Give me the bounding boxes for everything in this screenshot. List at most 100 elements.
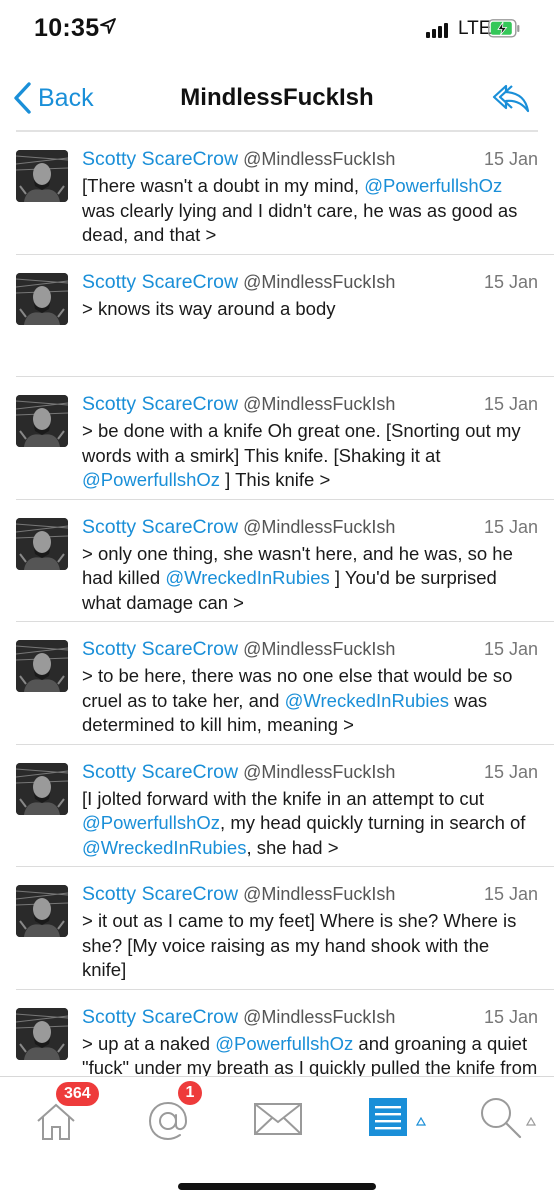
avatar[interactable] [16, 150, 68, 202]
tweet-header: Scotty ScareCrow @MindlessFuckIsh 15 Jan [82, 1006, 538, 1032]
avatar[interactable] [16, 762, 68, 815]
list-icon [369, 1098, 407, 1136]
tweet-date: 15 Jan [483, 149, 538, 169]
triangle-indicator-icon [526, 1117, 536, 1126]
status-bar: 10:35 LTE [0, 0, 554, 64]
tweet-author-name[interactable]: Scotty ScareCrow [82, 761, 238, 783]
tweet-text-segment: , my head quickly turning in search of [220, 812, 526, 833]
tweet-date: 15 Jan [483, 1006, 538, 1027]
back-label: Back [38, 83, 94, 112]
tweet-list: Scotty ScareCrow @MindlessFuckIsh 15 Jan [T… [0, 132, 554, 1076]
tweet-header: Scotty ScareCrow @MindlessFuckIsh 15 Jan [82, 148, 538, 174]
tab-bar: 364 1 [0, 1076, 554, 1200]
tab-search[interactable] [474, 1077, 546, 1157]
tweet-header: Scotty ScareCrow @MindlessFuckIsh 15 Jan [82, 761, 538, 787]
tweet-row[interactable]: Scotty ScareCrow @MindlessFuckIsh 15 Jan > … [16, 255, 554, 377]
mentions-badge: 1 [178, 1081, 202, 1105]
tweet-text-segment: [I jolted forward with the knife in an a… [82, 787, 485, 809]
tweet-header: Scotty ScareCrow @MindlessFuckIsh 15 Jan [82, 271, 538, 297]
home-indicator [178, 1183, 376, 1190]
mention-link[interactable]: @PowerfullshOz [82, 469, 220, 490]
avatar[interactable] [16, 640, 68, 692]
network-label: LTE [458, 18, 492, 39]
app-screen: { "status_bar": { "time": "10:35", "netw… [0, 0, 554, 1200]
tweet-text-segment: > up at a naked [82, 1032, 216, 1054]
mention-link[interactable]: @WreckedInRubies [165, 567, 329, 588]
tweet-author-handle: @MindlessFuckIsh [243, 1006, 396, 1027]
location-arrow-icon [100, 18, 116, 34]
tweet-row[interactable]: Scotty ScareCrow @MindlessFuckIsh 15 Jan > … [16, 377, 554, 500]
tweet-text-segment: > knows its way around a body [82, 297, 336, 319]
envelope-icon [254, 1103, 302, 1135]
tweet-header: Scotty ScareCrow @MindlessFuckIsh 15 Jan [82, 516, 538, 542]
tweet-row[interactable]: Scotty ScareCrow @MindlessFuckIsh 15 Jan [T… [16, 132, 554, 255]
tweet-author-name[interactable]: Scotty ScareCrow [82, 883, 238, 905]
tweet-row[interactable]: Scotty ScareCrow @MindlessFuckIsh 15 Jan > … [16, 500, 554, 622]
tweet-text: > up at a naked @PowerfullshOz and groan… [82, 1032, 538, 1077]
tweet-text-segment: > it out as I came to my feet] Where is … [82, 910, 517, 980]
tweet-author-name[interactable]: Scotty ScareCrow [82, 271, 238, 293]
tweet-author-handle: @MindlessFuckIsh [243, 761, 396, 782]
avatar[interactable] [16, 272, 68, 325]
reply-icon[interactable] [490, 80, 532, 116]
tweet-header: Scotty ScareCrow @MindlessFuckIsh 15 Jan [82, 638, 538, 664]
tweet-text: > it out as I came to my feet] Where is … [82, 909, 538, 983]
tweet-text: [There wasn't a doubt in my mind, @Power… [82, 174, 538, 248]
tweet-text-segment: > be done with a knife Oh great one. [Sn… [82, 420, 521, 466]
tweet-text-segment: , she had > [246, 836, 339, 858]
mention-link[interactable]: @WreckedInRubies [285, 690, 449, 711]
tweet-author-handle: @MindlessFuckIsh [243, 271, 396, 292]
tweet-author-handle: @MindlessFuckIsh [243, 884, 396, 904]
tweet-row[interactable]: Scotty ScareCrow @MindlessFuckIsh 15 Jan > … [16, 990, 554, 1077]
home-badge: 364 [56, 1082, 99, 1106]
tweet-text: > to be here, there was no one else that… [82, 664, 538, 738]
status-time: 10:35 [34, 14, 100, 42]
back-button[interactable]: Back [12, 78, 94, 118]
triangle-indicator-icon [416, 1117, 426, 1126]
avatar[interactable] [16, 885, 68, 937]
tab-messages[interactable] [250, 1077, 310, 1157]
tweet-row[interactable]: Scotty ScareCrow @MindlessFuckIsh 15 Jan > … [16, 622, 554, 745]
tweet-author-name[interactable]: Scotty ScareCrow [82, 638, 238, 660]
tweet-header: Scotty ScareCrow @MindlessFuckIsh 15 Jan [82, 393, 538, 419]
tweet-text-segment: ] This knife > [220, 469, 331, 490]
mention-link[interactable]: @PowerfullshOz [215, 1033, 353, 1054]
tweet-text-segment: [There wasn't a doubt in my mind, [82, 175, 365, 196]
tweet-text: [I jolted forward with the knife in an a… [82, 787, 538, 861]
avatar[interactable] [16, 517, 68, 570]
tweet-author-name[interactable]: Scotty ScareCrow [82, 393, 238, 415]
tweet-text: > be done with a knife Oh great one. [Sn… [82, 419, 538, 493]
tweet-header: Scotty ScareCrow @MindlessFuckIsh 15 Jan [82, 883, 538, 909]
tweet-date: 15 Jan [483, 516, 538, 537]
tweet-text: > only one thing, she wasn't here, and h… [82, 542, 538, 616]
mention-link[interactable]: @PowerfullshOz [364, 175, 502, 196]
tweet-author-name[interactable]: Scotty ScareCrow [82, 1006, 238, 1028]
chevron-left-icon [14, 82, 31, 114]
tweet-author-handle: @MindlessFuckIsh [243, 149, 396, 169]
tweet-date: 15 Jan [483, 761, 538, 782]
tab-mentions[interactable]: 1 [140, 1077, 212, 1157]
tweet-author-handle: @MindlessFuckIsh [243, 516, 396, 537]
signal-icon [426, 22, 452, 38]
avatar[interactable] [16, 1007, 68, 1060]
tweet-author-handle: @MindlessFuckIsh [243, 639, 396, 659]
tweet-author-handle: @MindlessFuckIsh [243, 394, 396, 414]
tweet-date: 15 Jan [483, 639, 538, 659]
tweet-date: 15 Jan [483, 884, 538, 904]
tab-home[interactable]: 364 [24, 1077, 108, 1157]
tweet-row[interactable]: Scotty ScareCrow @MindlessFuckIsh 15 Jan [I… [16, 745, 554, 867]
tweet-date: 15 Jan [483, 394, 538, 414]
avatar[interactable] [16, 395, 68, 447]
tweet-text: > knows its way around a body [82, 297, 538, 322]
tweet-row[interactable]: Scotty ScareCrow @MindlessFuckIsh 15 Jan > … [16, 867, 554, 990]
tweet-text-segment: was clearly lying and I didn't care, he … [82, 199, 518, 246]
mention-link[interactable]: @WreckedInRubies [82, 837, 246, 858]
navigation-bar: Back MindlessFuckIsh [0, 64, 554, 130]
search-icon [481, 1098, 522, 1139]
tweet-date: 15 Jan [483, 271, 538, 292]
tweet-author-name[interactable]: Scotty ScareCrow [82, 516, 238, 538]
mention-link[interactable]: @PowerfullshOz [82, 812, 220, 833]
tab-lists[interactable] [364, 1077, 434, 1157]
battery-charging-icon [488, 19, 520, 38]
tweet-author-name[interactable]: Scotty ScareCrow [82, 148, 238, 170]
